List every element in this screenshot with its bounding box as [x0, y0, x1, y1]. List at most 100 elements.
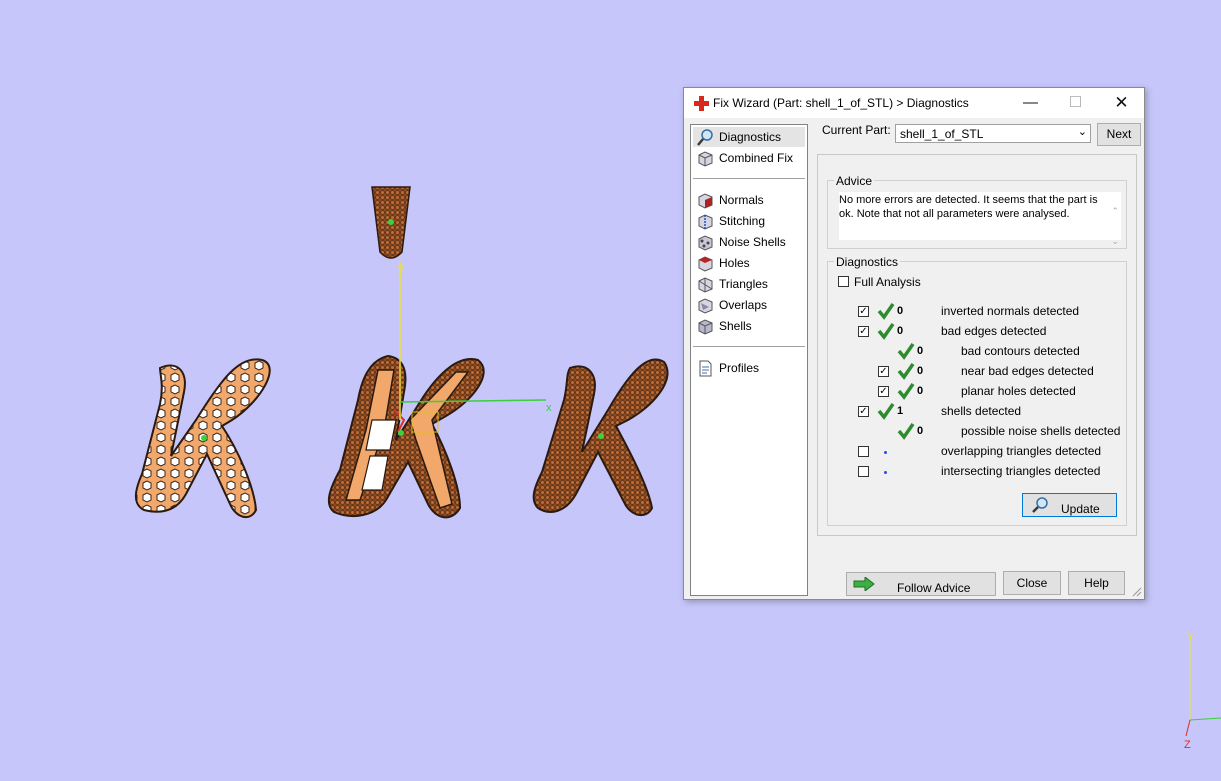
- axis-y-label: y: [398, 263, 404, 275]
- advice-title: Advice: [834, 174, 875, 188]
- noise-shells-icon: [698, 235, 713, 251]
- red-cross-icon: [694, 96, 709, 111]
- current-part-select[interactable]: shell_1_of_STL ⌄: [895, 124, 1091, 143]
- full-analysis-label: Full Analysis: [854, 275, 921, 289]
- current-part-label: Current Part:: [822, 123, 891, 137]
- nav-label: Combined Fix: [719, 151, 794, 165]
- row-checkbox-near-bad-edges[interactable]: ✓: [878, 366, 889, 377]
- pending-dot-icon: [884, 451, 887, 454]
- holes-icon: [698, 256, 713, 272]
- normals-icon: [698, 193, 713, 209]
- nav-label: Profiles: [719, 361, 760, 375]
- advice-text: No more errors are detected. It seems th…: [839, 194, 1098, 220]
- part-axes: x y: [398, 262, 552, 420]
- nav-item-diagnostics[interactable]: Diagnostics: [693, 127, 805, 147]
- axis-x-label: x: [546, 402, 552, 414]
- nav-item-profiles[interactable]: Profiles: [693, 358, 805, 378]
- row-count: 0: [897, 305, 904, 317]
- nav-item-shells[interactable]: Shells: [693, 316, 805, 336]
- row-checkbox-overlapping[interactable]: [858, 446, 869, 457]
- row-label: intersecting triangles detected: [941, 464, 1101, 478]
- row-label: planar holes detected: [961, 384, 1076, 398]
- green-check-icon: [897, 343, 915, 360]
- nav-item-normals[interactable]: Normals: [693, 190, 805, 210]
- row-count: 0: [897, 325, 904, 337]
- row-label: overlapping triangles detected: [941, 444, 1102, 458]
- overlaps-icon: [698, 298, 713, 314]
- row-label: inverted normals detected: [941, 304, 1080, 318]
- nav-label: Triangles: [719, 277, 768, 291]
- row-count: 0: [917, 365, 924, 377]
- follow-advice-button[interactable]: Follow Advice: [846, 572, 996, 596]
- part-k-frame: [327, 354, 485, 519]
- row-checkbox-planar-holes[interactable]: ✓: [878, 386, 889, 397]
- full-analysis-checkbox[interactable]: [838, 276, 849, 287]
- part-k-solid: [532, 358, 669, 517]
- row-checkbox-inverted-normals[interactable]: ✓: [858, 306, 869, 317]
- row-checkbox-intersecting[interactable]: [858, 466, 869, 477]
- green-check-icon: [877, 403, 895, 420]
- nav-item-triangles[interactable]: Triangles: [693, 274, 805, 294]
- nav-item-stitching[interactable]: Stitching: [693, 211, 805, 231]
- nav-label: Holes: [719, 256, 750, 270]
- advice-textbox[interactable]: No more errors are detected. It seems th…: [839, 192, 1121, 246]
- nav-item-holes[interactable]: Holes: [693, 253, 805, 273]
- nav-item-noise-shells[interactable]: Noise Shells: [693, 232, 805, 252]
- row-count: 0: [917, 345, 924, 357]
- triangles-icon: [698, 277, 713, 293]
- nav-label: Overlaps: [719, 298, 768, 312]
- row-label: bad edges detected: [941, 324, 1047, 338]
- row-checkbox-bad-edges[interactable]: ✓: [858, 326, 869, 337]
- arrow-right-icon: [853, 577, 875, 591]
- chevron-down-icon: ⌄: [1077, 126, 1087, 138]
- row-count: 0: [917, 425, 924, 437]
- green-check-icon: [897, 363, 915, 380]
- nav-label: Shells: [719, 319, 752, 333]
- update-label: Update: [1061, 502, 1100, 516]
- row-label: possible noise shells detected: [961, 424, 1121, 438]
- current-part-value: shell_1_of_STL: [900, 127, 984, 141]
- corner-axis-y-label: Y: [1187, 632, 1194, 643]
- pending-dot-icon: [884, 471, 887, 474]
- row-label: shells detected: [941, 404, 1022, 418]
- nav-item-combined-fix[interactable]: Combined Fix: [693, 148, 805, 168]
- fix-wizard-dialog: Fix Wizard (Part: shell_1_of_STL) > Diag…: [683, 87, 1145, 600]
- nav-separator: [693, 178, 805, 179]
- follow-advice-label: Follow Advice: [897, 581, 971, 595]
- green-check-icon: [897, 383, 915, 400]
- update-button[interactable]: Update: [1022, 493, 1117, 517]
- window-title: Fix Wizard (Part: shell_1_of_STL) > Diag…: [713, 96, 969, 110]
- part-bail: [371, 186, 411, 259]
- minimize-button[interactable]: —: [1008, 88, 1053, 118]
- profiles-icon: [699, 360, 712, 377]
- advice-scrollbar[interactable]: ⌃ ⌄: [1111, 196, 1119, 256]
- nav-item-overlaps[interactable]: Overlaps: [693, 295, 805, 315]
- next-button[interactable]: Next: [1097, 123, 1141, 146]
- help-button[interactable]: Help: [1068, 571, 1125, 595]
- corner-axis-z-label: Z: [1184, 739, 1191, 751]
- magnifier-icon: [1032, 497, 1048, 513]
- row-label: near bad edges detected: [961, 364, 1094, 378]
- diagnostics-title: Diagnostics: [834, 255, 901, 269]
- maximize-button[interactable]: ☐: [1053, 88, 1098, 118]
- row-count: 0: [917, 385, 924, 397]
- nav-label: Noise Shells: [719, 235, 786, 249]
- part-k-honeycomb: [134, 358, 271, 519]
- fix-nav-list: Diagnostics Combined Fix Normals Stitchi…: [690, 124, 808, 596]
- nav-label: Normals: [719, 193, 764, 207]
- title-bar[interactable]: Fix Wizard (Part: shell_1_of_STL) > Diag…: [684, 88, 1144, 118]
- row-label: bad contours detected: [961, 344, 1080, 358]
- resize-grip-icon[interactable]: [1132, 587, 1142, 597]
- nav-separator: [693, 346, 805, 347]
- combined-fix-icon: [698, 151, 713, 167]
- close-button[interactable]: Close: [1003, 571, 1061, 595]
- green-check-icon: [877, 303, 895, 320]
- row-checkbox-shells[interactable]: ✓: [858, 406, 869, 417]
- row-count: 1: [897, 405, 904, 417]
- nav-label: Stitching: [719, 214, 766, 228]
- green-check-icon: [897, 423, 915, 440]
- stitching-icon: [698, 214, 713, 230]
- magnifier-icon: [697, 129, 713, 146]
- green-check-icon: [877, 323, 895, 340]
- close-window-button[interactable]: ✕: [1099, 88, 1144, 118]
